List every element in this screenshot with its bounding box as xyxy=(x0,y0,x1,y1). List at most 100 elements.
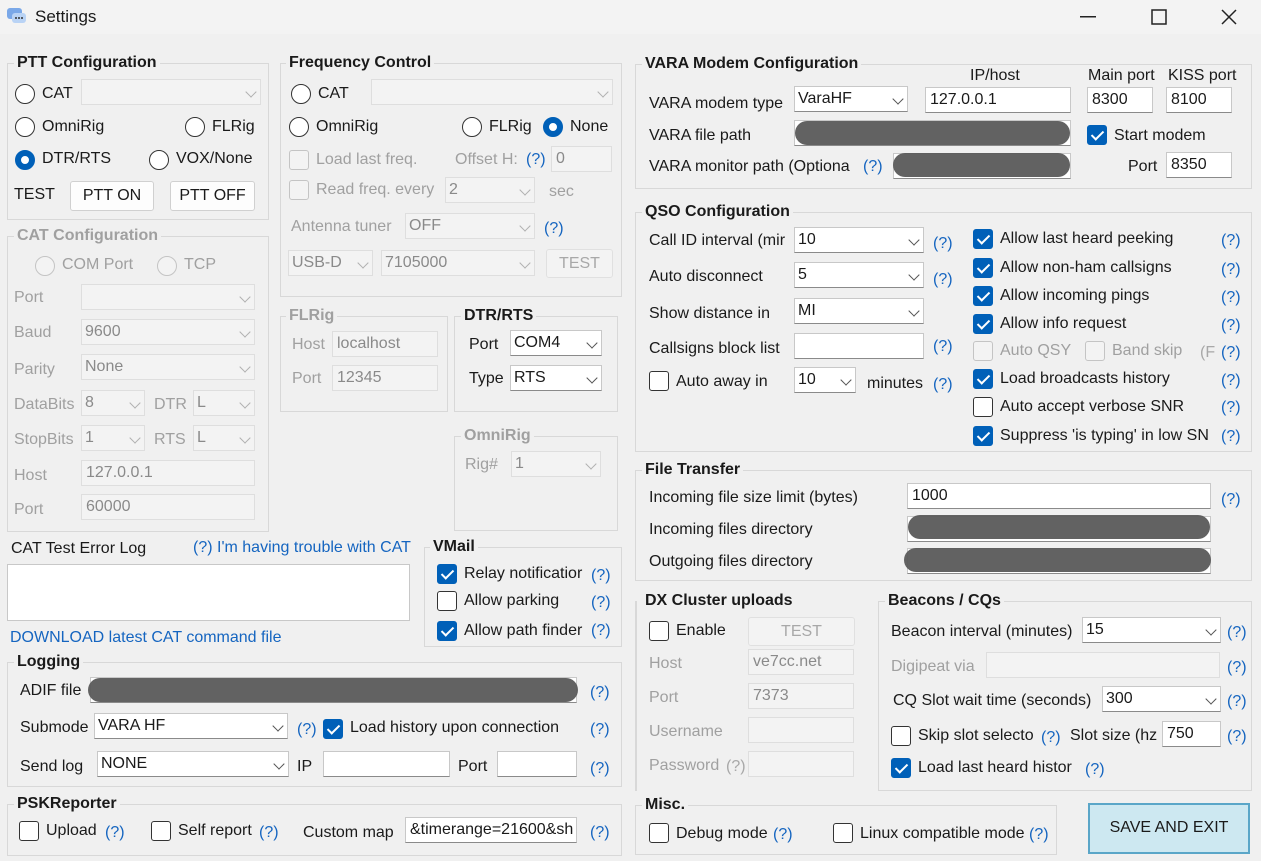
qso-band-f[interactable]: (F xyxy=(1200,343,1215,363)
cat-host-field[interactable]: 127.0.0.1 xyxy=(81,460,255,486)
qso-info-check[interactable] xyxy=(973,314,993,334)
close-icon[interactable] xyxy=(1221,9,1237,25)
download-cat-link[interactable]: DOWNLOAD latest CAT command file xyxy=(10,629,281,647)
logging-loadhist-check[interactable] xyxy=(323,719,343,739)
qso-block-help[interactable]: (?) xyxy=(933,337,953,357)
qso-info-help[interactable]: (?) xyxy=(1221,316,1241,336)
vmail-path-help[interactable]: (?) xyxy=(591,621,611,641)
beacon-digi-field[interactable] xyxy=(986,652,1220,678)
freq-omnirig-radio[interactable] xyxy=(289,117,309,137)
misc-debug-check[interactable] xyxy=(649,823,669,843)
qso-away-help[interactable]: (?) xyxy=(933,375,953,395)
misc-linux-check[interactable] xyxy=(833,823,853,843)
psk-upload-help[interactable]: (?) xyxy=(105,823,125,843)
cat-stopbits-combo[interactable]: 1 xyxy=(81,425,145,451)
freq-tuner-combo[interactable]: OFF xyxy=(405,213,535,239)
qso-typing-check[interactable] xyxy=(973,426,993,446)
vmail-path-check[interactable] xyxy=(437,621,457,641)
qso-away-check[interactable] xyxy=(649,371,669,391)
beacon-slot-help[interactable]: (?) xyxy=(1227,727,1247,747)
qso-nonham-help[interactable]: (?) xyxy=(1221,260,1241,280)
beacon-skip-help[interactable]: (?) xyxy=(1041,728,1061,748)
flrig-host-field[interactable]: localhost xyxy=(332,331,438,357)
logging-submode-combo[interactable]: VARA HF xyxy=(94,713,288,739)
cat-rts-combo[interactable]: L xyxy=(193,425,255,451)
dx-user-field[interactable] xyxy=(748,717,854,743)
psk-map-help[interactable]: (?) xyxy=(590,823,610,843)
psk-self-check[interactable] xyxy=(151,821,171,841)
qso-callid-combo[interactable]: 10 xyxy=(794,227,924,253)
qso-dist-combo[interactable]: MI xyxy=(794,298,924,324)
freq-offset-help[interactable]: (?) xyxy=(526,150,546,170)
omni-rig-combo[interactable]: 1 xyxy=(511,451,601,477)
cat-port2-field[interactable]: 60000 xyxy=(81,494,255,520)
ft-limit-help[interactable]: (?) xyxy=(1221,490,1241,510)
vara-port-field[interactable]: 8350 xyxy=(1166,152,1232,178)
ptt-flrig-radio[interactable] xyxy=(185,117,205,137)
logging-ip-field[interactable] xyxy=(323,751,450,777)
cat-databits-combo[interactable]: 8 xyxy=(81,390,145,416)
beacon-digi-help[interactable]: (?) xyxy=(1227,658,1247,678)
freq-test-button[interactable]: TEST xyxy=(546,249,613,278)
qso-peek-check[interactable] xyxy=(973,229,993,249)
dx-port-field[interactable]: 7373 xyxy=(748,683,854,709)
dtr-port-combo[interactable]: COM4 xyxy=(510,330,602,356)
qso-verbose-help[interactable]: (?) xyxy=(1221,398,1241,418)
qso-peek-help[interactable]: (?) xyxy=(1221,231,1241,251)
qso-band-check[interactable] xyxy=(1085,341,1105,361)
minimize-icon[interactable] xyxy=(1080,16,1096,18)
beacon-skip-check[interactable] xyxy=(891,726,911,746)
misc-debug-help[interactable]: (?) xyxy=(773,825,793,845)
logging-send-combo[interactable]: NONE xyxy=(97,751,289,777)
beacon-cqslot-combo[interactable]: 300 xyxy=(1102,686,1221,712)
qso-typing-help[interactable]: (?) xyxy=(1221,427,1241,447)
cat-com-radio[interactable] xyxy=(35,256,55,276)
ptt-off-button[interactable]: PTT OFF xyxy=(170,181,255,211)
freq-cat-combo[interactable] xyxy=(371,79,613,105)
vara-kissport-field[interactable]: 8100 xyxy=(1166,87,1232,113)
psk-self-help[interactable]: (?) xyxy=(259,823,279,843)
cat-baud-combo[interactable]: 9600 xyxy=(81,319,255,345)
qso-away-combo[interactable]: 10 xyxy=(794,367,856,393)
freq-cat-radio[interactable] xyxy=(291,84,311,104)
qso-callid-help[interactable]: (?) xyxy=(933,234,953,254)
psk-map-field[interactable]: &timerange=21600&sh xyxy=(405,817,577,843)
dtr-type-combo[interactable]: RTS xyxy=(510,365,602,391)
vmail-parking-help[interactable]: (?) xyxy=(591,593,611,613)
qso-auto-help[interactable]: (?) xyxy=(933,270,953,290)
qso-band-help[interactable]: (?) xyxy=(1221,343,1241,363)
vara-ip-field[interactable]: 127.0.0.1 xyxy=(925,87,1071,113)
logging-send-help[interactable]: (?) xyxy=(590,759,610,779)
logging-loadhist-help[interactable]: (?) xyxy=(590,720,610,740)
beacon-interval-combo[interactable]: 15 xyxy=(1082,617,1221,643)
cat-tcp-radio[interactable] xyxy=(157,256,177,276)
vmail-relay-help[interactable]: (?) xyxy=(591,566,611,586)
logging-port-field[interactable] xyxy=(497,751,577,777)
beacon-interval-help[interactable]: (?) xyxy=(1227,623,1247,643)
freq-none-radio[interactable] xyxy=(543,117,563,137)
freq-flrig-radio[interactable] xyxy=(462,117,482,137)
dx-host-field[interactable]: ve7cc.net xyxy=(748,649,854,675)
qso-nonham-check[interactable] xyxy=(973,258,993,278)
qso-autoqsy-check[interactable] xyxy=(973,341,993,361)
ptt-cat-radio[interactable] xyxy=(15,84,35,104)
qso-pings-check[interactable] xyxy=(973,286,993,306)
dx-pass-field[interactable] xyxy=(748,751,854,777)
freq-mode-combo[interactable]: USB-D xyxy=(288,250,373,276)
cat-port-combo[interactable] xyxy=(81,284,255,310)
misc-linux-help[interactable]: (?) xyxy=(1029,825,1049,845)
beacon-cqslot-help[interactable]: (?) xyxy=(1227,692,1247,712)
beacon-slot-field[interactable]: 750 xyxy=(1162,721,1221,747)
qso-auto-combo[interactable]: 5 xyxy=(794,262,924,288)
cat-parity-combo[interactable]: None xyxy=(81,354,255,380)
vara-type-combo[interactable]: VaraHF xyxy=(794,86,908,112)
ft-limit-field[interactable]: 1000 xyxy=(907,483,1211,509)
beacon-lastheard-check[interactable] xyxy=(891,758,911,778)
ptt-vox-radio[interactable] xyxy=(149,150,169,170)
vara-mainport-field[interactable]: 8300 xyxy=(1087,87,1153,113)
ptt-dtr-radio[interactable] xyxy=(15,150,35,170)
freq-read-check[interactable] xyxy=(289,180,309,200)
save-and-exit-button[interactable]: SAVE AND EXIT xyxy=(1088,803,1250,854)
freq-offset-field[interactable]: 0 xyxy=(551,146,612,172)
dx-test-button[interactable]: TEST xyxy=(748,617,855,646)
